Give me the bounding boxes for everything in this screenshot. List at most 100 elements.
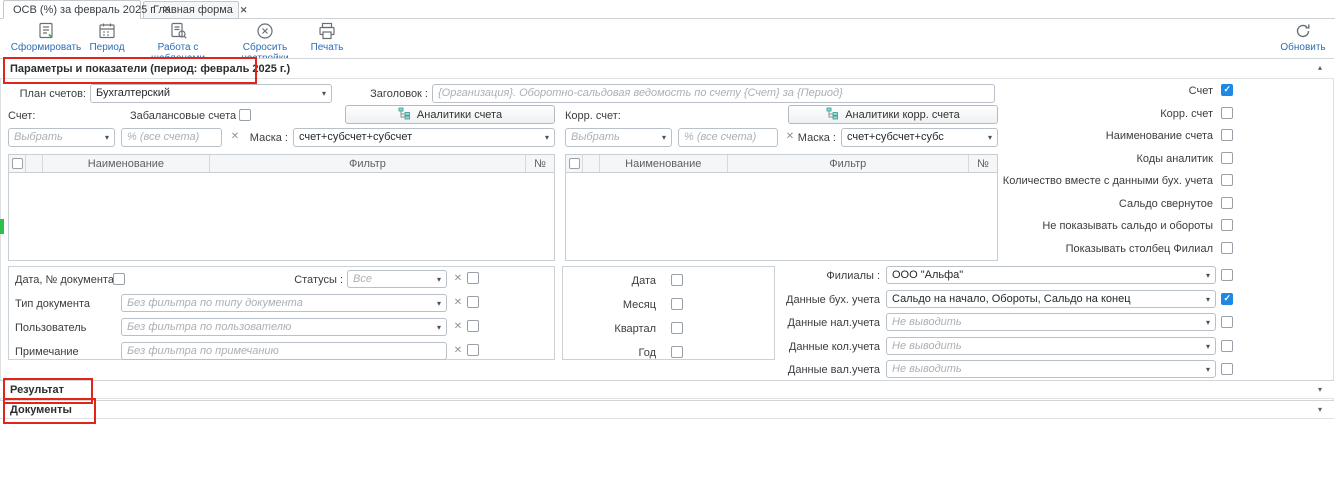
currency-data-checkbox[interactable]	[1221, 363, 1233, 375]
mask-value: счет+субсчет+субсчет	[299, 130, 542, 145]
refresh-button[interactable]: Обновить	[1276, 22, 1330, 53]
period-date-checkbox[interactable]	[671, 274, 683, 286]
expand-arrow-icon[interactable]	[1318, 406, 1322, 414]
note-input[interactable]: Без фильтра по примечанию	[121, 342, 447, 360]
period-month-checkbox[interactable]	[671, 298, 683, 310]
corr-accounts-table: Наименование Фильтр №	[565, 154, 998, 261]
chevron-down-icon	[437, 275, 441, 284]
table-body-empty[interactable]	[566, 173, 997, 260]
chevron-down-icon	[1206, 342, 1210, 351]
account-filter-input[interactable]: % (все счета)	[121, 128, 222, 147]
accounts-table: Наименование Фильтр №	[8, 154, 555, 261]
tab-label: ОСВ (%) за февраль 2025 г.	[13, 4, 156, 16]
clear-icon[interactable]	[452, 321, 464, 333]
result-section-header[interactable]: Результат	[0, 380, 1334, 399]
account-analytics-button[interactable]: Аналитики счета	[345, 105, 555, 124]
note-checkbox[interactable]	[467, 344, 479, 356]
statuses-checkbox[interactable]	[467, 272, 479, 284]
clear-icon[interactable]	[452, 273, 464, 285]
user-select[interactable]: Без фильтра по пользователю	[121, 318, 447, 336]
tab-main-form[interactable]: Главная форма	[143, 1, 239, 19]
doc-type-label: Тип документа	[15, 298, 90, 311]
accounting-data-checkbox[interactable]	[1221, 293, 1233, 305]
calendar-icon	[84, 22, 130, 40]
option-checkbox-hide-balance[interactable]	[1221, 219, 1233, 231]
offbalance-checkbox[interactable]	[239, 109, 251, 121]
corr-select-placeholder: Выбрать	[571, 130, 659, 145]
quantity-data-select[interactable]: Не выводить	[886, 337, 1216, 355]
generate-button[interactable]: Сформировать	[6, 22, 86, 53]
statuses-label: Статусы :	[271, 274, 343, 287]
offbalance-label: Забалансовые счета	[130, 110, 234, 123]
clear-icon[interactable]	[452, 345, 464, 357]
corr-mask-select[interactable]: счет+субсчет+субс	[841, 128, 998, 147]
documents-section-header[interactable]: Документы	[0, 400, 1334, 419]
tax-data-select[interactable]: Не выводить	[886, 313, 1216, 331]
corr-account-select[interactable]: Выбрать	[565, 128, 672, 147]
table-header: Наименование Фильтр №	[566, 155, 997, 173]
table-body-empty[interactable]	[9, 173, 554, 260]
tab-bar: ОСВ (%) за февраль 2025 г. Главная форма	[0, 0, 1335, 19]
table-header-number: №	[969, 155, 997, 172]
statuses-select[interactable]: Все	[347, 270, 447, 288]
doc-type-select[interactable]: Без фильтра по типу документа	[121, 294, 447, 312]
chevron-down-icon	[1206, 318, 1210, 327]
accounting-data-value: Сальдо на начало, Обороты, Сальдо на кон…	[892, 292, 1203, 307]
account-select[interactable]: Выбрать	[8, 128, 115, 147]
doc-type-checkbox[interactable]	[467, 296, 479, 308]
expand-arrow-icon[interactable]	[1318, 386, 1322, 394]
option-checkbox-analytic-codes[interactable]	[1221, 152, 1233, 164]
clear-icon[interactable]	[452, 297, 464, 309]
doc-type-placeholder: Без фильтра по типу документа	[127, 296, 434, 311]
tax-data-checkbox[interactable]	[1221, 316, 1233, 328]
document-filter-panel: Дата, № документа Статусы : Все Тип доку…	[8, 266, 555, 360]
branches-checkbox[interactable]	[1221, 269, 1233, 281]
parameters-section-header[interactable]: Параметры и показатели (период: февраль …	[0, 58, 1334, 79]
generate-icon	[6, 22, 86, 40]
period-quarter-checkbox[interactable]	[671, 322, 683, 334]
option-checkbox-quantity[interactable]	[1221, 174, 1233, 186]
accounting-data-select[interactable]: Сальдо на начало, Обороты, Сальдо на кон…	[886, 290, 1216, 308]
reset-icon	[222, 22, 308, 40]
period-button[interactable]: Период	[84, 22, 130, 53]
corr-analytics-button[interactable]: Аналитики корр. счета	[788, 105, 998, 124]
corr-account-label: Корр. счет:	[565, 110, 621, 123]
refresh-icon	[1276, 22, 1330, 40]
date-doc-label: Дата, № документа	[15, 274, 114, 287]
period-label: Период	[89, 42, 124, 53]
corr-filter-placeholder: % (все счета)	[684, 130, 772, 145]
corr-filter-input[interactable]: % (все счета)	[678, 128, 778, 147]
tab-osv-report[interactable]: ОСВ (%) за февраль 2025 г.	[3, 0, 141, 19]
generate-label: Сформировать	[11, 42, 82, 53]
option-checkbox-account-name[interactable]	[1221, 129, 1233, 141]
close-icon[interactable]	[163, 5, 171, 14]
chevron-down-icon	[1206, 295, 1210, 304]
chevron-down-icon	[545, 133, 549, 142]
select-all-checkbox[interactable]	[12, 158, 23, 169]
clear-icon[interactable]	[229, 131, 241, 143]
close-icon[interactable]	[240, 6, 248, 15]
mask-label: Маска :	[244, 132, 288, 145]
hierarchy-icon	[398, 107, 411, 123]
select-all-checkbox[interactable]	[569, 158, 580, 169]
option-checkbox-corr-account[interactable]	[1221, 107, 1233, 119]
quantity-data-checkbox[interactable]	[1221, 340, 1233, 352]
branches-select[interactable]: ООО "Альфа"	[886, 266, 1216, 284]
period-quarter-label: Квартал	[571, 323, 656, 336]
option-checkbox-branch-column[interactable]	[1221, 242, 1233, 254]
option-checkbox-account[interactable]	[1221, 84, 1233, 96]
collapse-arrow-icon[interactable]	[1318, 64, 1322, 72]
quantity-data-label: Данные кол.учета	[700, 341, 880, 354]
date-doc-checkbox[interactable]	[113, 273, 125, 285]
period-year-checkbox[interactable]	[671, 346, 683, 358]
user-checkbox[interactable]	[467, 320, 479, 332]
note-placeholder: Без фильтра по примечанию	[127, 344, 441, 359]
print-button[interactable]: Печать	[306, 22, 348, 53]
tax-data-label: Данные нал.учета	[700, 317, 880, 330]
plan-of-accounts-select[interactable]: Бухгалтерский	[90, 84, 332, 103]
option-checkbox-collapsed-balance[interactable]	[1221, 197, 1233, 209]
mask-select[interactable]: счет+субсчет+субсчет	[293, 128, 555, 147]
currency-data-label: Данные вал.учета	[700, 364, 880, 377]
branches-label: Филиалы :	[700, 270, 880, 283]
currency-data-select[interactable]: Не выводить	[886, 360, 1216, 378]
